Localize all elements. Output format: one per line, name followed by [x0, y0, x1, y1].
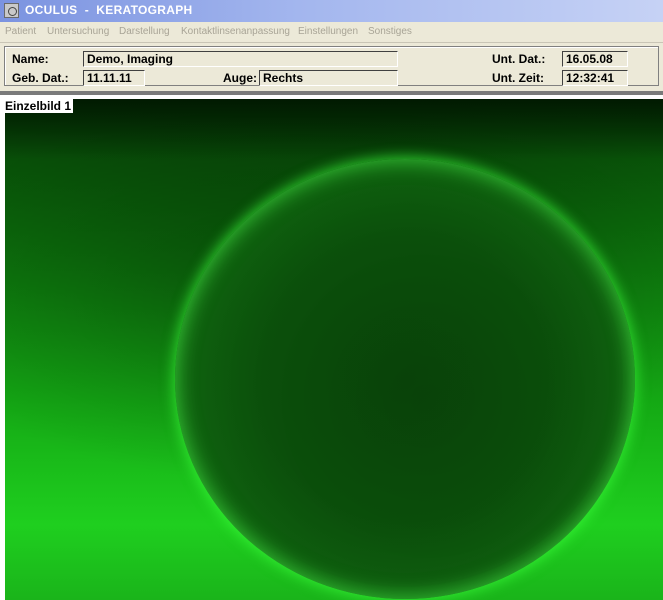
dob-field: 11.11.11: [83, 70, 145, 86]
contact-lens-image: [175, 159, 635, 599]
frame-label: Einzelbild 1: [3, 99, 74, 113]
title-bar[interactable]: OCULUS - KERATOGRAPH: [0, 0, 663, 22]
patient-info-panel: Name: Demo, Imaging Geb. Dat.: 11.11.11 …: [4, 46, 659, 86]
image-viewer[interactable]: Einzelbild 1: [0, 95, 663, 600]
patient-header: Name: Demo, Imaging Geb. Dat.: 11.11.11 …: [0, 43, 663, 91]
app-icon[interactable]: [4, 3, 19, 18]
menu-darstellung[interactable]: Darstellung: [119, 26, 170, 37]
exam-date-label: Unt. Dat.:: [492, 52, 546, 66]
patient-name-field: Demo, Imaging: [83, 51, 398, 67]
eyelid-shadow: [5, 99, 663, 159]
menu-patient[interactable]: Patient: [5, 26, 36, 37]
window-title: OCULUS - KERATOGRAPH: [25, 3, 193, 17]
exam-date-field: 16.05.08: [562, 51, 628, 67]
dob-label: Geb. Dat.:: [12, 71, 69, 85]
fluorescein-eye-image[interactable]: [5, 99, 663, 600]
name-label: Name:: [12, 52, 49, 66]
lens-inner: [187, 171, 623, 587]
menu-kontaktlinsenanpassung[interactable]: Kontaktlinsenanpassung: [181, 26, 290, 37]
menu-untersuchung[interactable]: Untersuchung: [47, 26, 109, 37]
menu-sonstiges[interactable]: Sonstiges: [368, 26, 412, 37]
eye-field: Rechts: [259, 70, 398, 86]
exam-time-label: Unt. Zeit:: [492, 71, 544, 85]
eye-label: Auge:: [223, 71, 257, 85]
menu-einstellungen[interactable]: Einstellungen: [298, 26, 358, 37]
exam-time-field: 12:32:41: [562, 70, 628, 86]
menu-bar: Patient Untersuchung Darstellung Kontakt…: [0, 22, 663, 43]
